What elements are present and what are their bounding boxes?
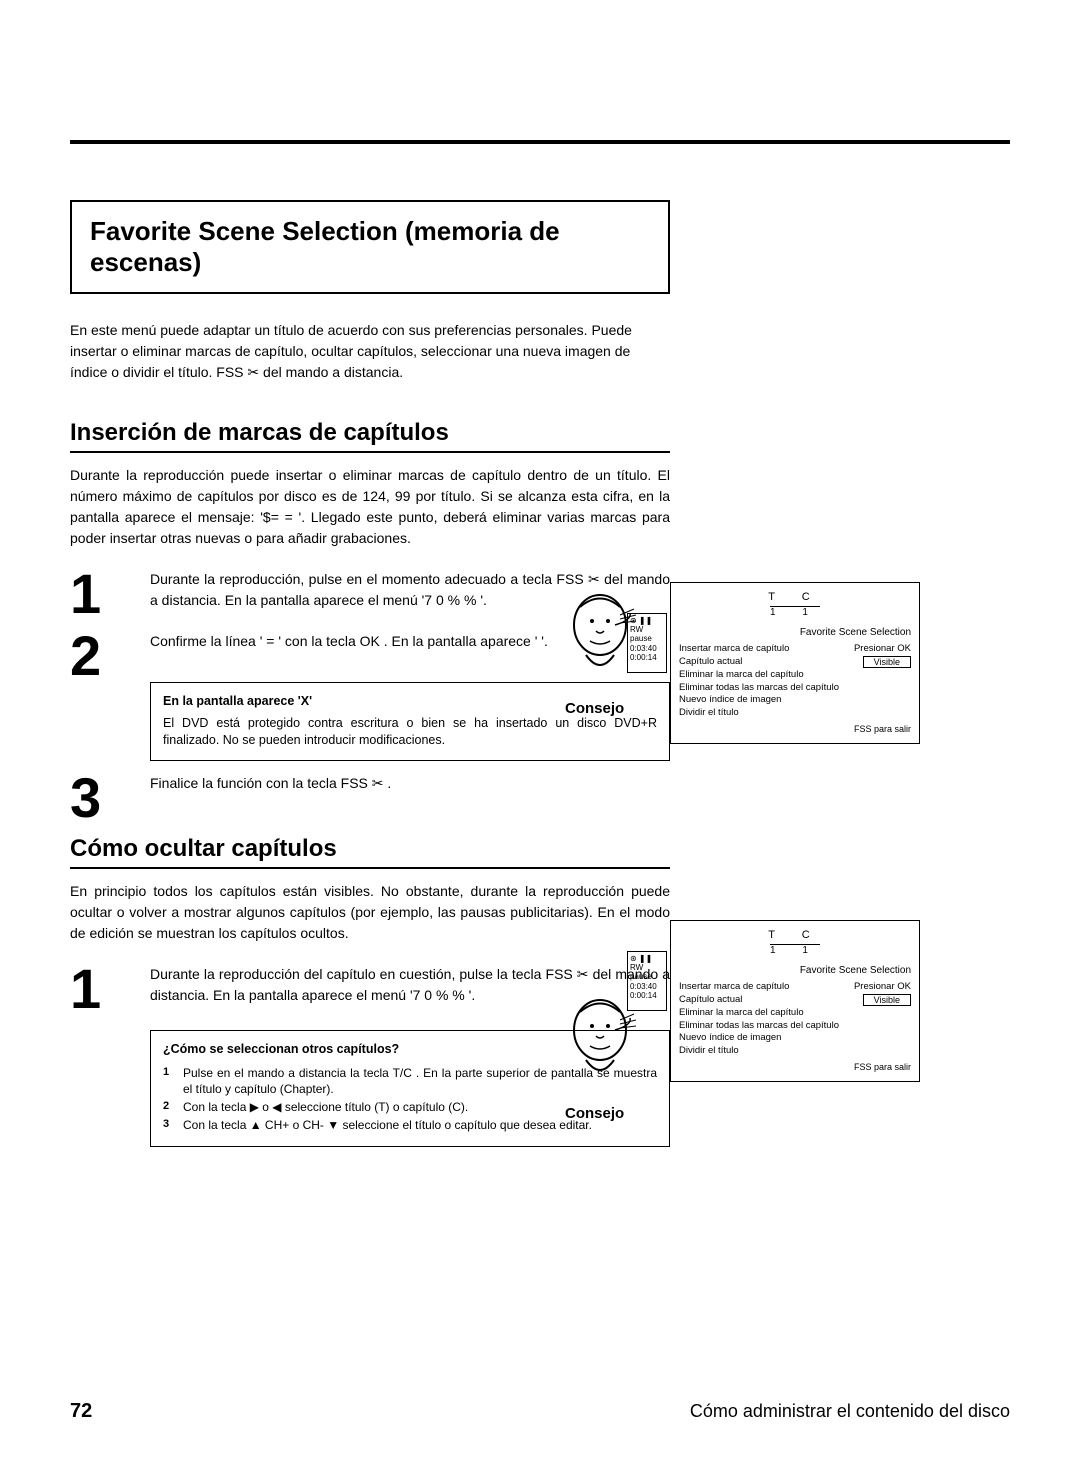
osd-box: ⊛ ❚❚ RW pause 0:03:40 0:00:14 T C 1 1 Fa… (670, 920, 920, 1082)
osd-row: Capítulo actual Visible (679, 656, 911, 669)
osd-row: Eliminar todas las marcas del capítulo (679, 1020, 911, 1031)
osd-cell: Nuevo índice de imagen (679, 1032, 781, 1043)
section1-heading: Inserción de marcas de capítulos (70, 419, 670, 453)
consejo-text: Consejo (565, 1105, 624, 1122)
osd-row: Eliminar la marca del capítulo (679, 1007, 911, 1018)
osd-row: Dividir el título (679, 707, 911, 718)
header-rule (70, 140, 1010, 144)
osd-footer: FSS para salir (679, 724, 911, 735)
osd-cell: Eliminar la marca del capítulo (679, 1007, 804, 1018)
step-body: Finalice la función con la tecla FSS ✂ . (150, 773, 670, 794)
tip-num: 3 (163, 1117, 183, 1133)
osd-cell: Presionar OK (854, 981, 911, 992)
tip-num: 1 (163, 1065, 183, 1097)
osd-row: Eliminar todas las marcas del capítulo (679, 682, 911, 693)
consejo-label: Consejo (565, 1105, 624, 1123)
step-row: 3 Finalice la función con la tecla FSS ✂… (70, 773, 670, 823)
osd-row: Insertar marca de capítulo Presionar OK (679, 643, 911, 654)
osd-visible-badge: Visible (863, 656, 911, 669)
osd-row: Eliminar la marca del capítulo (679, 669, 911, 680)
osd-tc-nums: 1 1 (770, 606, 820, 619)
main-title-box: Favorite Scene Selection (memoria de esc… (70, 200, 670, 294)
osd-tc-header: T C (679, 929, 911, 942)
osd-cell: Presionar OK (854, 643, 911, 654)
osd-side-line: 0:00:14 (630, 991, 664, 1000)
main-title: Favorite Scene Selection (memoria de esc… (90, 216, 650, 278)
osd-cell: Dividir el título (679, 707, 739, 718)
osd-sidebox: ⊛ ❚❚ RW pause 0:03:40 0:00:14 (627, 951, 667, 1011)
step-number: 1 (70, 964, 150, 1014)
osd-row: Capítulo actual Visible (679, 994, 911, 1007)
osd-cell: Insertar marca de capítulo (679, 643, 789, 654)
tip-body: El DVD está protegido contra escritura o… (163, 715, 657, 750)
osd-cell: Eliminar todas las marcas del capítulo (679, 682, 839, 693)
osd-cell: Dividir el título (679, 1045, 739, 1056)
section2-heading: Cómo ocultar capítulos (70, 835, 670, 869)
osd-tc-header: T C (679, 591, 911, 604)
osd-row: Insertar marca de capítulo Presionar OK (679, 981, 911, 992)
osd-cell: Capítulo actual (679, 656, 742, 669)
consejo-label: Consejo (565, 700, 624, 718)
osd-side-line: ⊛ ❚❚ (630, 954, 664, 963)
page-number: 72 (70, 1400, 92, 1423)
osd-row: Nuevo índice de imagen (679, 694, 911, 705)
step-number: 3 (70, 773, 150, 823)
osd-side-line: RW pause (630, 963, 664, 981)
section1-paragraph: Durante la reproducción puede insertar o… (70, 465, 670, 549)
osd-panel-2: ⊛ ❚❚ RW pause 0:03:40 0:00:14 T C 1 1 Fa… (670, 920, 920, 1082)
osd-box: ⊛ ❚❚ RW pause 0:03:40 0:00:14 T C 1 1 Fa… (670, 582, 920, 744)
osd-side-line: ⊛ ❚❚ (630, 616, 664, 625)
page-footer: 72 Cómo administrar el contenido del dis… (70, 1400, 1010, 1423)
osd-footer: FSS para salir (679, 1062, 911, 1073)
osd-cell: Capítulo actual (679, 994, 742, 1007)
osd-cell: Insertar marca de capítulo (679, 981, 789, 992)
osd-cell: Eliminar la marca del capítulo (679, 669, 804, 680)
footer-title: Cómo administrar el contenido del disco (690, 1401, 1010, 1422)
step-number: 2 (70, 631, 150, 681)
osd-cell: Eliminar todas las marcas del capítulo (679, 1020, 839, 1031)
osd-side-line: 0:00:14 (630, 653, 664, 662)
osd-title: Favorite Scene Selection (679, 627, 911, 639)
tip-num: 2 (163, 1099, 183, 1115)
page-content: Favorite Scene Selection (memoria de esc… (70, 200, 1010, 1147)
osd-cell: Nuevo índice de imagen (679, 694, 781, 705)
osd-row: Dividir el título (679, 1045, 911, 1056)
osd-row: Nuevo índice de imagen (679, 1032, 911, 1043)
osd-sidebox: ⊛ ❚❚ RW pause 0:03:40 0:00:14 (627, 613, 667, 673)
osd-side-line: 0:03:40 (630, 982, 664, 991)
osd-side-line: RW pause (630, 625, 664, 643)
consejo-text: Consejo (565, 700, 624, 717)
intro-paragraph: En este menú puede adaptar un título de … (70, 320, 670, 383)
section2-paragraph: En principio todos los capítulos están v… (70, 881, 670, 944)
step-text: Confirme la línea ' = ' con la tecla OK … (150, 633, 548, 649)
osd-side-line: 0:03:40 (630, 644, 664, 653)
osd-tc-nums: 1 1 (770, 944, 820, 957)
osd-visible-badge: Visible (863, 994, 911, 1007)
step-number: 1 (70, 569, 150, 619)
osd-title: Favorite Scene Selection (679, 965, 911, 977)
osd-panel-1: ⊛ ❚❚ RW pause 0:03:40 0:00:14 T C 1 1 Fa… (670, 582, 920, 744)
